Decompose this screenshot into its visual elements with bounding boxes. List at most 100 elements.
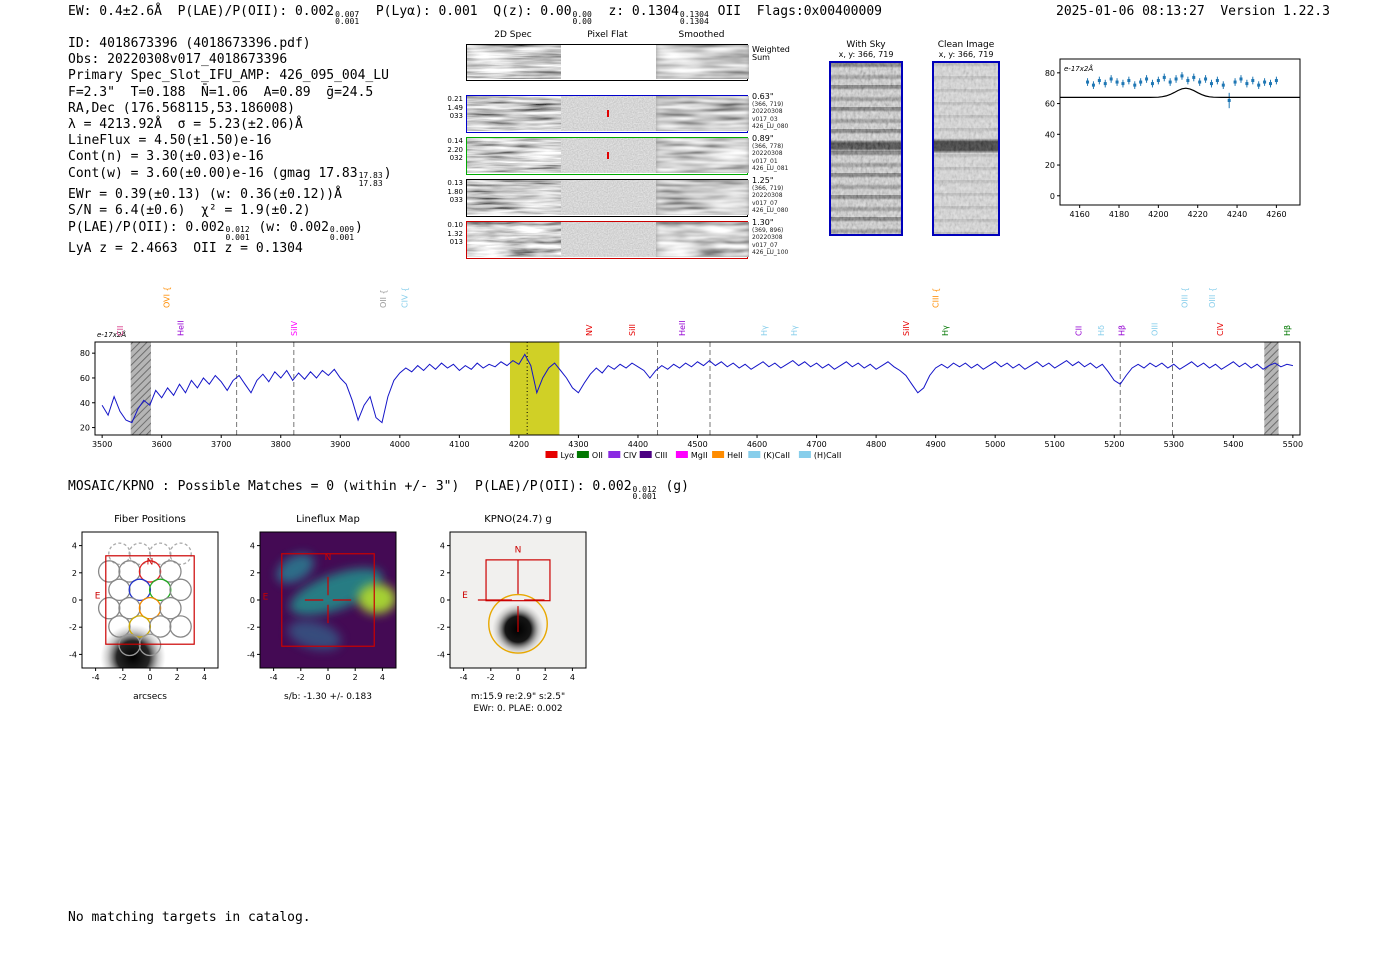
x-tick-label: 0 [147, 673, 152, 682]
compass-east: E [462, 591, 468, 601]
x-tick-label: 4000 [390, 440, 410, 449]
legend: Lyα OII CIV CIII MgII HeII (K)CaII (H)CaII [545, 451, 841, 460]
x-tick-label: 2 [543, 673, 548, 682]
panel-xlabel: m:15.9 re:2.9" s:2.5" [471, 692, 565, 702]
y-tick-label: 80 [80, 349, 90, 358]
emission-line-label: Hβ [1117, 325, 1126, 336]
emission-line-label: HeII [678, 320, 687, 336]
legend-swatch [639, 451, 652, 458]
line-fit-plot: 4160 4180 4200 4220 4240 4260 0 20 40 60 80 e-17x2Å [1045, 58, 1301, 219]
x-tick-label: -4 [270, 673, 278, 682]
y-tick-label: 60 [80, 374, 90, 383]
x-tick-label: 5300 [1164, 440, 1184, 449]
spec2d-fiber-row [466, 137, 749, 175]
emission-line-label: OIII { [1208, 287, 1217, 308]
y-tick-label: -2 [69, 623, 77, 632]
detection-info-block: ID: 4018673396 (4018673396.pdf) Obs: 2022… [68, 36, 392, 257]
legend-swatch [576, 451, 589, 458]
spec2d-fiber-row [466, 221, 749, 259]
x-tick-label: 4 [202, 673, 207, 682]
y-tick-label: 4 [440, 542, 445, 551]
flat-defect-marker [607, 110, 609, 117]
withsky-title: With Sky [846, 40, 886, 50]
spec2d-image [561, 222, 656, 257]
spec2d-image [467, 222, 561, 257]
y-tick-label: 40 [1045, 130, 1055, 139]
legend-swatch [608, 451, 621, 458]
x-tick-label: 4300 [568, 440, 588, 449]
plot-frame [94, 341, 1301, 436]
emission-line-label: CII [116, 326, 125, 336]
text-segment: EW: 0.4±2.6Å P(LAE)/P(OII): 0.002 [68, 4, 335, 19]
y-tick-label: 4 [250, 542, 255, 551]
info-line: F=2.3" T=0.188 N̄=1.06 A=0.89 ḡ=24.5 [68, 85, 392, 101]
stacked-uncertainty: 17.83 17.83 [358, 171, 383, 188]
emission-line-label: CIII { [932, 288, 941, 308]
x-tick-label: 3600 [152, 440, 172, 449]
text-segment: Primary Spec_Slot_IFU_AMP: 426_095_004_L… [68, 68, 389, 84]
spec2d-image [656, 222, 749, 257]
emission-line-label: OIII [1151, 323, 1160, 336]
panel-xlabel: arcsecs [133, 692, 167, 702]
y-tick-label: 2 [250, 569, 255, 578]
x-tick-label: 0 [325, 673, 330, 682]
text-segment: RA,Dec (176.568115,53.186008) [68, 100, 295, 116]
fiber-circle [159, 596, 182, 620]
text-segment: S/N = 6.4(±0.6) χ² = 1.9(±0.2) [68, 203, 311, 219]
emission-line-label: CII [1075, 326, 1084, 336]
x-tick-label: 4500 [687, 440, 707, 449]
info-line: Cont(n) = 3.30(±0.03)e-16 [68, 149, 392, 165]
emission-line-label: CIV { [401, 287, 410, 308]
fiber-circle [148, 578, 172, 602]
fiber-circle [97, 560, 121, 583]
y-tick-label: 20 [1045, 161, 1055, 170]
emission-line-label: Hγ [941, 325, 950, 336]
compass-east: E [95, 592, 101, 602]
text-segment: LyA z = 2.4663 OII z = 0.1304 [68, 241, 303, 257]
text-segment: OII Flags:0x00400009 [709, 4, 882, 19]
emission-line-label: SiII [628, 324, 637, 336]
x-tick-label: 4600 [747, 440, 767, 449]
axis-ticks: 4160 4180 4200 4220 4240 4260 0 20 40 60 80 [1045, 69, 1287, 219]
fiber-circle [118, 596, 141, 620]
x-tick-label: 4 [380, 673, 385, 682]
legend-swatch [798, 451, 811, 458]
emission-line-label: NV [585, 324, 594, 336]
stacked-uncertainty: 0.012 0.001 [225, 225, 250, 242]
fiber-annotation: 0.89" (366, 778) 20220308 v017_01 426_LU_081 [752, 134, 789, 172]
legend-label: CIII [655, 451, 668, 460]
fiber-annotation: 1.25" (366, 719) 20220308 v017_07 426_LU_080 [752, 176, 789, 214]
fiber-weights: 0.14 2.20 032 [447, 137, 463, 162]
text-segment: P(Lyα): 0.001 Q(z): 0.00 [360, 4, 572, 19]
text-segment: Obs: 20220308v017_4018673396 [68, 52, 288, 68]
y-tick-label: 4 [72, 542, 77, 551]
x-tick-label: 4200 [1148, 210, 1168, 219]
spec2d-image [467, 96, 561, 131]
x-tick-label: 3500 [92, 440, 112, 449]
full-spectrum-plot: 3500 3600 3700 3800 3900 4000 4100 4200 4300 4400… [80, 286, 1303, 460]
spec2d-image [656, 96, 749, 131]
fiber-circle [169, 578, 192, 602]
spec2d-image [656, 138, 749, 173]
spec2d-cutout-grid: 2D Spec Pixel Flat Smoothed Weighted Sum 0.21… [440, 30, 790, 270]
info-line: Obs: 20220308v017_4018673396 [68, 52, 392, 68]
spectrum-line [101, 353, 1294, 424]
fiber-circle [159, 560, 182, 583]
detection-highlight-band [509, 342, 560, 435]
fiber-circle [128, 578, 152, 602]
x-tick-label: 4100 [449, 440, 469, 449]
weighted-sum-row [466, 44, 749, 81]
kpno-image-content: NE [450, 532, 586, 668]
fiber-circle [97, 596, 121, 620]
fiber-circle [169, 615, 192, 638]
y-tick-label: 0 [72, 596, 77, 605]
y-tick-label: -2 [437, 623, 445, 632]
legend-label: CIV [623, 451, 637, 460]
emission-line-labels: CII OVI {HeII SiIV OII {CIV {NV SiII HeII Hγ Hγ… [116, 286, 1292, 336]
mosaic-matches-line: MOSAIC/KPNO : Possible Matches = 0 (with… [68, 479, 689, 501]
x-tick-label: 5500 [1283, 440, 1303, 449]
emission-line-label: SiIV [902, 320, 911, 336]
text-segment: Cont(n) = 3.30(±0.03)e-16 [68, 149, 264, 165]
panel-title: KPNO(24.7) g [484, 514, 552, 525]
withsky-noise-overlay [831, 63, 901, 234]
